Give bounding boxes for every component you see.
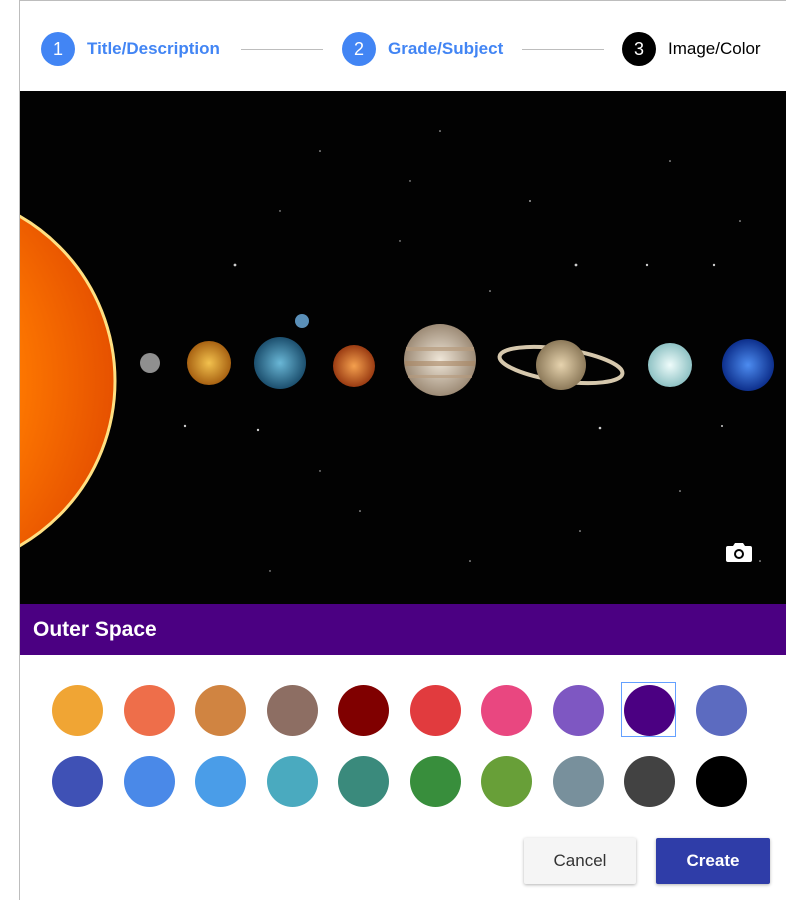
create-button[interactable]: Create	[656, 838, 770, 884]
step-2[interactable]: 2 Grade/Subject	[342, 32, 503, 66]
class-banner-image	[20, 91, 786, 604]
step-1-label: Title/Description	[87, 39, 220, 58]
step-1-number: 1	[41, 32, 75, 66]
color-swatch[interactable]	[481, 756, 532, 807]
class-title-bar: Outer Space	[20, 604, 786, 655]
color-swatch[interactable]	[338, 685, 389, 736]
step-3-label: Image/Color	[668, 39, 761, 58]
color-swatch[interactable]	[266, 685, 318, 736]
stepper: 1 Title/Description 2 Grade/Subject 3 Im…	[20, 1, 786, 91]
step-connector	[522, 49, 604, 50]
color-swatch[interactable]	[552, 756, 604, 807]
color-swatch[interactable]	[195, 685, 246, 736]
color-swatch[interactable]	[195, 756, 246, 807]
color-swatch[interactable]	[695, 685, 747, 736]
step-connector	[241, 49, 323, 50]
step-3[interactable]: 3 Image/Color	[622, 32, 761, 66]
color-swatch[interactable]	[52, 756, 103, 807]
color-swatch[interactable]	[52, 685, 103, 736]
camera-icon[interactable]	[725, 540, 753, 564]
color-swatch[interactable]	[266, 756, 318, 807]
color-swatch[interactable]	[552, 685, 604, 736]
color-swatch[interactable]	[123, 685, 175, 736]
color-swatch[interactable]	[123, 756, 175, 807]
color-swatch[interactable]	[481, 685, 532, 736]
color-swatch[interactable]	[624, 756, 675, 807]
color-swatch[interactable]	[621, 682, 676, 737]
create-class-dialog: 1 Title/Description 2 Grade/Subject 3 Im…	[19, 0, 786, 900]
step-2-label: Grade/Subject	[388, 39, 504, 58]
step-3-number: 3	[622, 32, 656, 66]
step-1[interactable]: 1 Title/Description	[41, 32, 220, 66]
color-swatch[interactable]	[409, 685, 461, 736]
step-2-number: 2	[342, 32, 376, 66]
class-title: Outer Space	[33, 617, 157, 641]
color-swatch[interactable]	[695, 756, 747, 807]
solar-system-image	[20, 91, 786, 604]
color-swatch[interactable]	[338, 756, 389, 807]
color-swatch[interactable]	[409, 756, 461, 807]
cancel-button[interactable]: Cancel	[524, 838, 636, 884]
